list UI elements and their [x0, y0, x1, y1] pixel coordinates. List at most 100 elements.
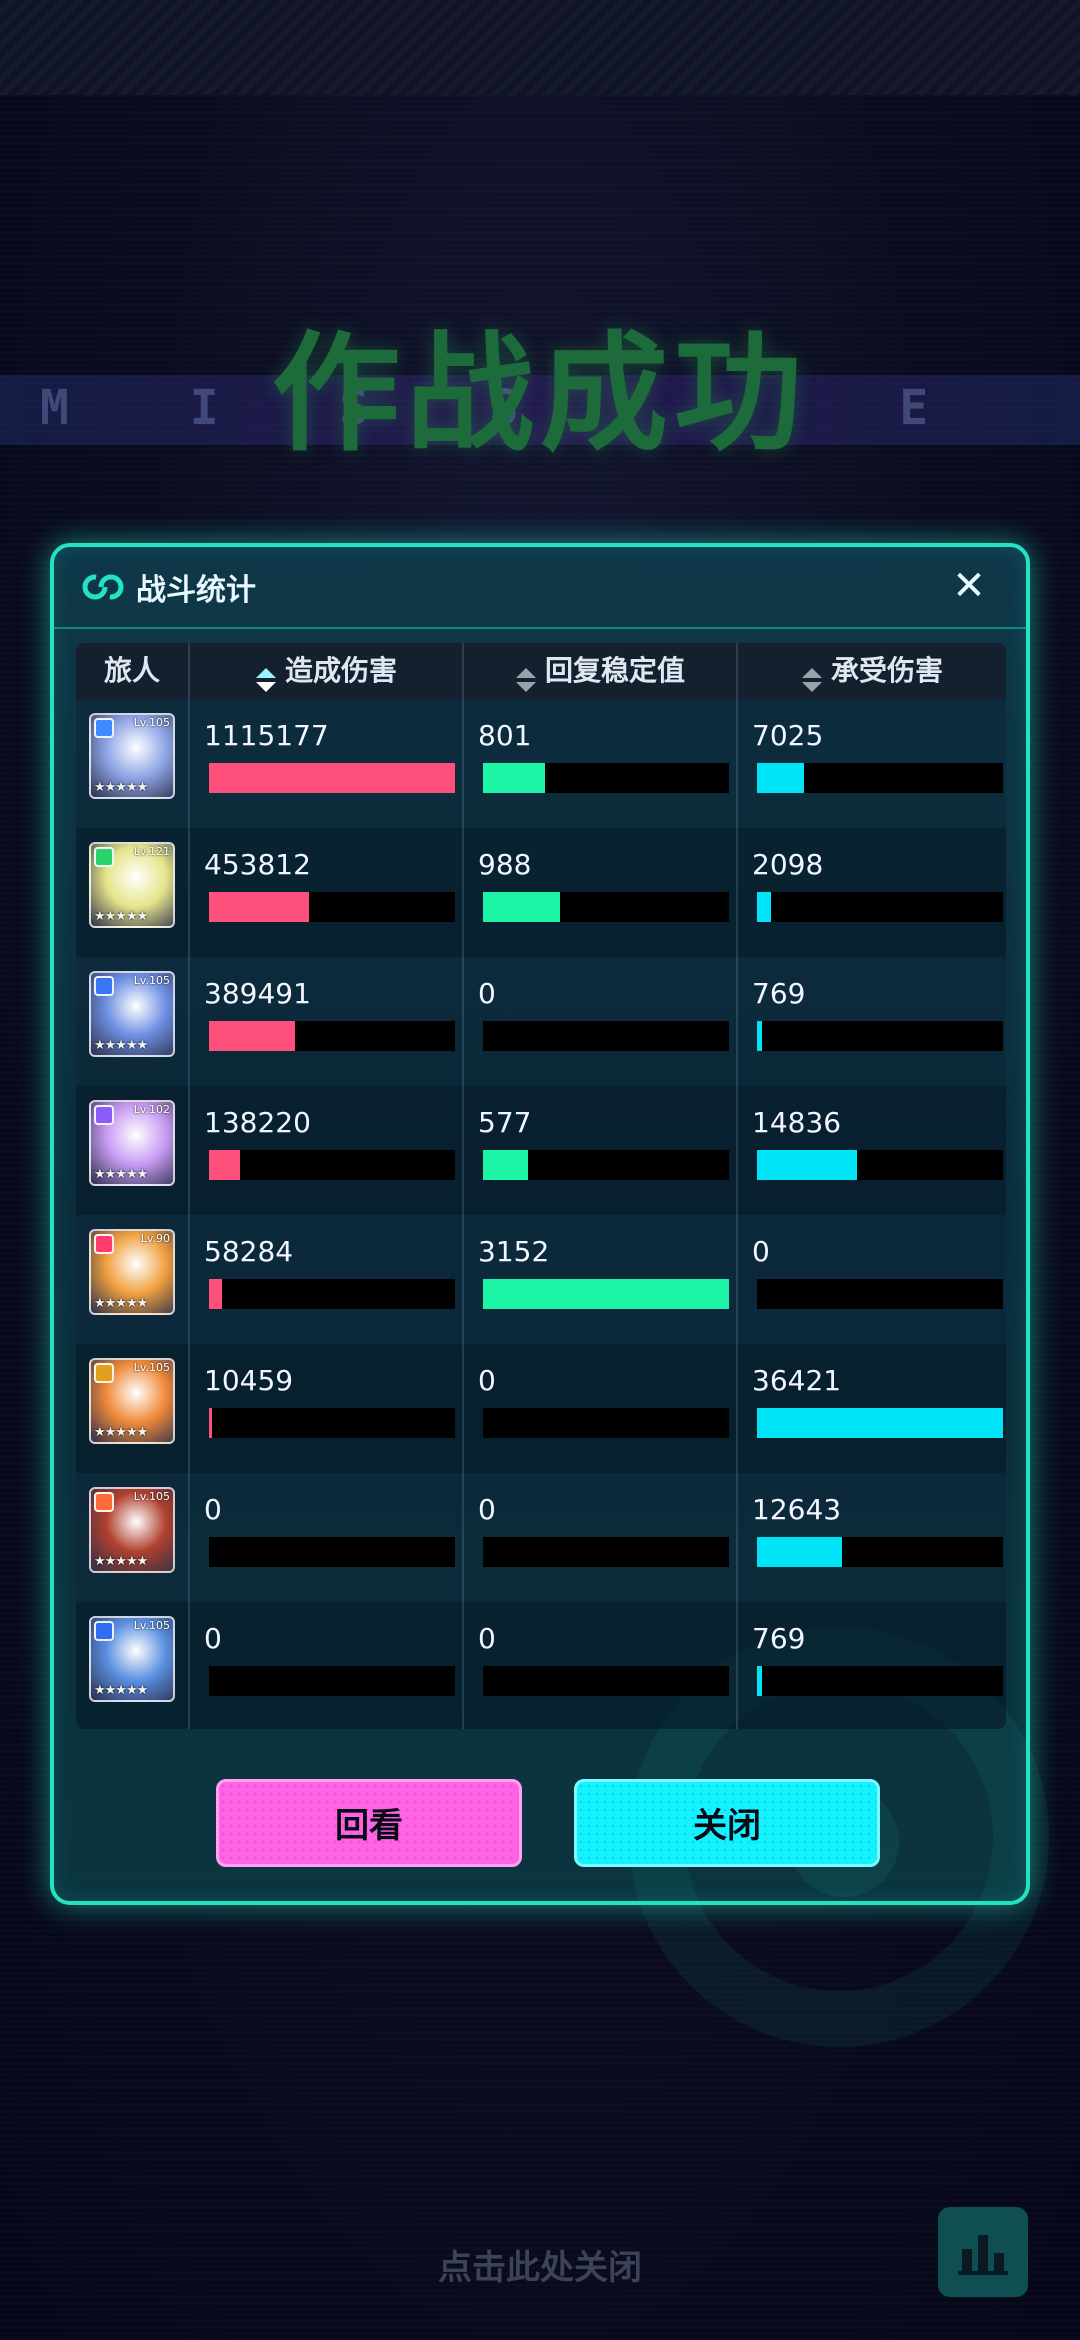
status-bar [0, 0, 1080, 95]
table-row: Lv.105 ★★★★★ 0 0 769 [76, 1602, 1006, 1729]
traveler-avatar[interactable]: Lv.105 ★★★★★ [89, 1616, 175, 1702]
traveler-level: Lv.102 [133, 1103, 170, 1116]
damage-taken-bar-fill [757, 1666, 762, 1696]
stability-restored-value: 0 [478, 977, 496, 1010]
header-stability-restored[interactable]: 回复稳定值 [464, 643, 736, 699]
class-badge-icon [94, 976, 114, 996]
damage-taken-bar-fill [757, 892, 771, 922]
damage-taken-bar [757, 1021, 1003, 1051]
stability-restored-value: 3152 [478, 1235, 550, 1268]
damage-dealt-bar-fill [209, 892, 309, 922]
header-damage-taken-label: 承受伤害 [830, 654, 943, 687]
traveler-avatar[interactable]: Lv.105 ★★★★★ [89, 713, 175, 799]
damage-dealt-bar [209, 1021, 455, 1051]
sort-icon [515, 656, 537, 692]
damage-taken-bar [757, 1150, 1003, 1180]
close-button[interactable]: 关闭 [574, 1779, 880, 1867]
header-damage-taken[interactable]: 承受伤害 [738, 643, 1006, 699]
star-rating-icon: ★★★★★ [94, 780, 148, 795]
damage-dealt-bar [209, 1537, 455, 1567]
damage-taken-value: 2098 [752, 848, 824, 881]
damage-taken-bar-fill [757, 1021, 762, 1051]
damage-taken-bar [757, 1279, 1003, 1309]
table-row: Lv.105 ★★★★★ 1115177 801 7025 [76, 699, 1006, 828]
sort-icon [801, 656, 823, 692]
stability-restored-bar [483, 1150, 729, 1180]
damage-taken-bar [757, 892, 1003, 922]
star-rating-icon: ★★★★★ [94, 1038, 148, 1053]
traveler-level: Lv.105 [133, 1619, 170, 1632]
bar-chart-icon[interactable] [938, 2207, 1028, 2297]
damage-dealt-bar [209, 1408, 455, 1438]
close-icon[interactable]: ✕ [944, 561, 994, 611]
stability-restored-bar-fill [483, 1279, 729, 1309]
stability-restored-bar [483, 1537, 729, 1567]
bar-chart-glyph [958, 2235, 1008, 2275]
star-rating-icon: ★★★★★ [94, 1554, 148, 1569]
damage-taken-value: 769 [752, 977, 806, 1010]
tap-to-close-hint[interactable]: 点击此处关闭 [0, 2240, 1080, 2289]
damage-taken-value: 7025 [752, 719, 824, 752]
damage-dealt-value: 58284 [204, 1235, 294, 1268]
damage-taken-bar-fill [757, 763, 804, 793]
damage-taken-bar-fill [757, 1408, 1003, 1438]
replay-button[interactable]: 回看 [216, 1779, 522, 1867]
column-divider [188, 643, 190, 1729]
stability-restored-bar [483, 1408, 729, 1438]
damage-dealt-bar [209, 763, 455, 793]
class-badge-icon [94, 718, 114, 738]
table-row: Lv.105 ★★★★★ 0 0 12643 [76, 1473, 1006, 1602]
header-damage-dealt[interactable]: 造成伤害 [190, 643, 462, 699]
damage-dealt-bar-fill [209, 763, 455, 793]
traveler-avatar[interactable]: Lv.105 ★★★★★ [89, 971, 175, 1057]
star-rating-icon: ★★★★★ [94, 1296, 148, 1311]
traveler-level: Lv.105 [133, 1490, 170, 1503]
traveler-avatar[interactable]: Lv.105 ★★★★★ [89, 1358, 175, 1444]
stability-restored-value: 0 [478, 1493, 496, 1526]
stats-table: 旅人 造成伤害 回复稳定值 承受伤害 Lv.105 ★★★★★ 1115177 801… [76, 643, 1006, 1729]
traveler-level: Lv.105 [133, 974, 170, 987]
traveler-level: Lv.90 [140, 1232, 170, 1245]
star-rating-icon: ★★★★★ [94, 1167, 148, 1182]
damage-taken-value: 12643 [752, 1493, 842, 1526]
traveler-avatar[interactable]: Lv.105 ★★★★★ [89, 1487, 175, 1573]
star-rating-icon: ★★★★★ [94, 1683, 148, 1698]
stability-restored-bar [483, 892, 729, 922]
damage-dealt-bar-fill [209, 1150, 240, 1180]
traveler-level: Lv.105 [133, 1361, 170, 1374]
traveler-avatar[interactable]: Lv.90 ★★★★★ [89, 1229, 175, 1315]
table-row: Lv.121 ★★★★★ 453812 988 2098 [76, 828, 1006, 957]
sort-icon [255, 656, 277, 692]
stability-restored-bar-fill [483, 1150, 528, 1180]
table-header: 旅人 造成伤害 回复稳定值 承受伤害 [76, 643, 1006, 699]
stability-restored-value: 0 [478, 1622, 496, 1655]
battle-stats-panel: 战斗统计 ✕ 旅人 造成伤害 回复稳定值 承受伤害 Lv.105 ★★★★★ 1… [50, 543, 1049, 2047]
class-badge-icon [94, 1234, 114, 1254]
traveler-avatar[interactable]: Lv.102 ★★★★★ [89, 1100, 175, 1186]
header-damage-dealt-label: 造成伤害 [284, 654, 397, 687]
table-row: Lv.105 ★★★★★ 10459 0 36421 [76, 1344, 1006, 1473]
header-traveler: 旅人 [76, 643, 188, 699]
table-row: Lv.102 ★★★★★ 138220 577 14836 [76, 1086, 1006, 1215]
damage-dealt-bar-fill [209, 1279, 222, 1309]
traveler-avatar[interactable]: Lv.121 ★★★★★ [89, 842, 175, 928]
damage-taken-bar [757, 1408, 1003, 1438]
mission-result-title: 作战成功 [271, 320, 808, 469]
damage-dealt-value: 0 [204, 1493, 222, 1526]
damage-dealt-bar-fill [209, 1021, 295, 1051]
table-row: Lv.105 ★★★★★ 389491 0 769 [76, 957, 1006, 1086]
damage-taken-bar [757, 1666, 1003, 1696]
damage-dealt-bar [209, 1150, 455, 1180]
damage-dealt-value: 453812 [204, 848, 311, 881]
star-rating-icon: ★★★★★ [94, 909, 148, 924]
stability-restored-bar-fill [483, 892, 560, 922]
damage-taken-bar-fill [757, 1537, 842, 1567]
damage-dealt-bar-fill [209, 1408, 212, 1438]
panel-title: 战斗统计 [136, 573, 256, 608]
stability-restored-bar [483, 763, 729, 793]
stability-restored-bar [483, 1279, 729, 1309]
damage-dealt-value: 0 [204, 1622, 222, 1655]
class-badge-icon [94, 847, 114, 867]
class-badge-icon [94, 1621, 114, 1641]
traveler-level: Lv.105 [133, 716, 170, 729]
